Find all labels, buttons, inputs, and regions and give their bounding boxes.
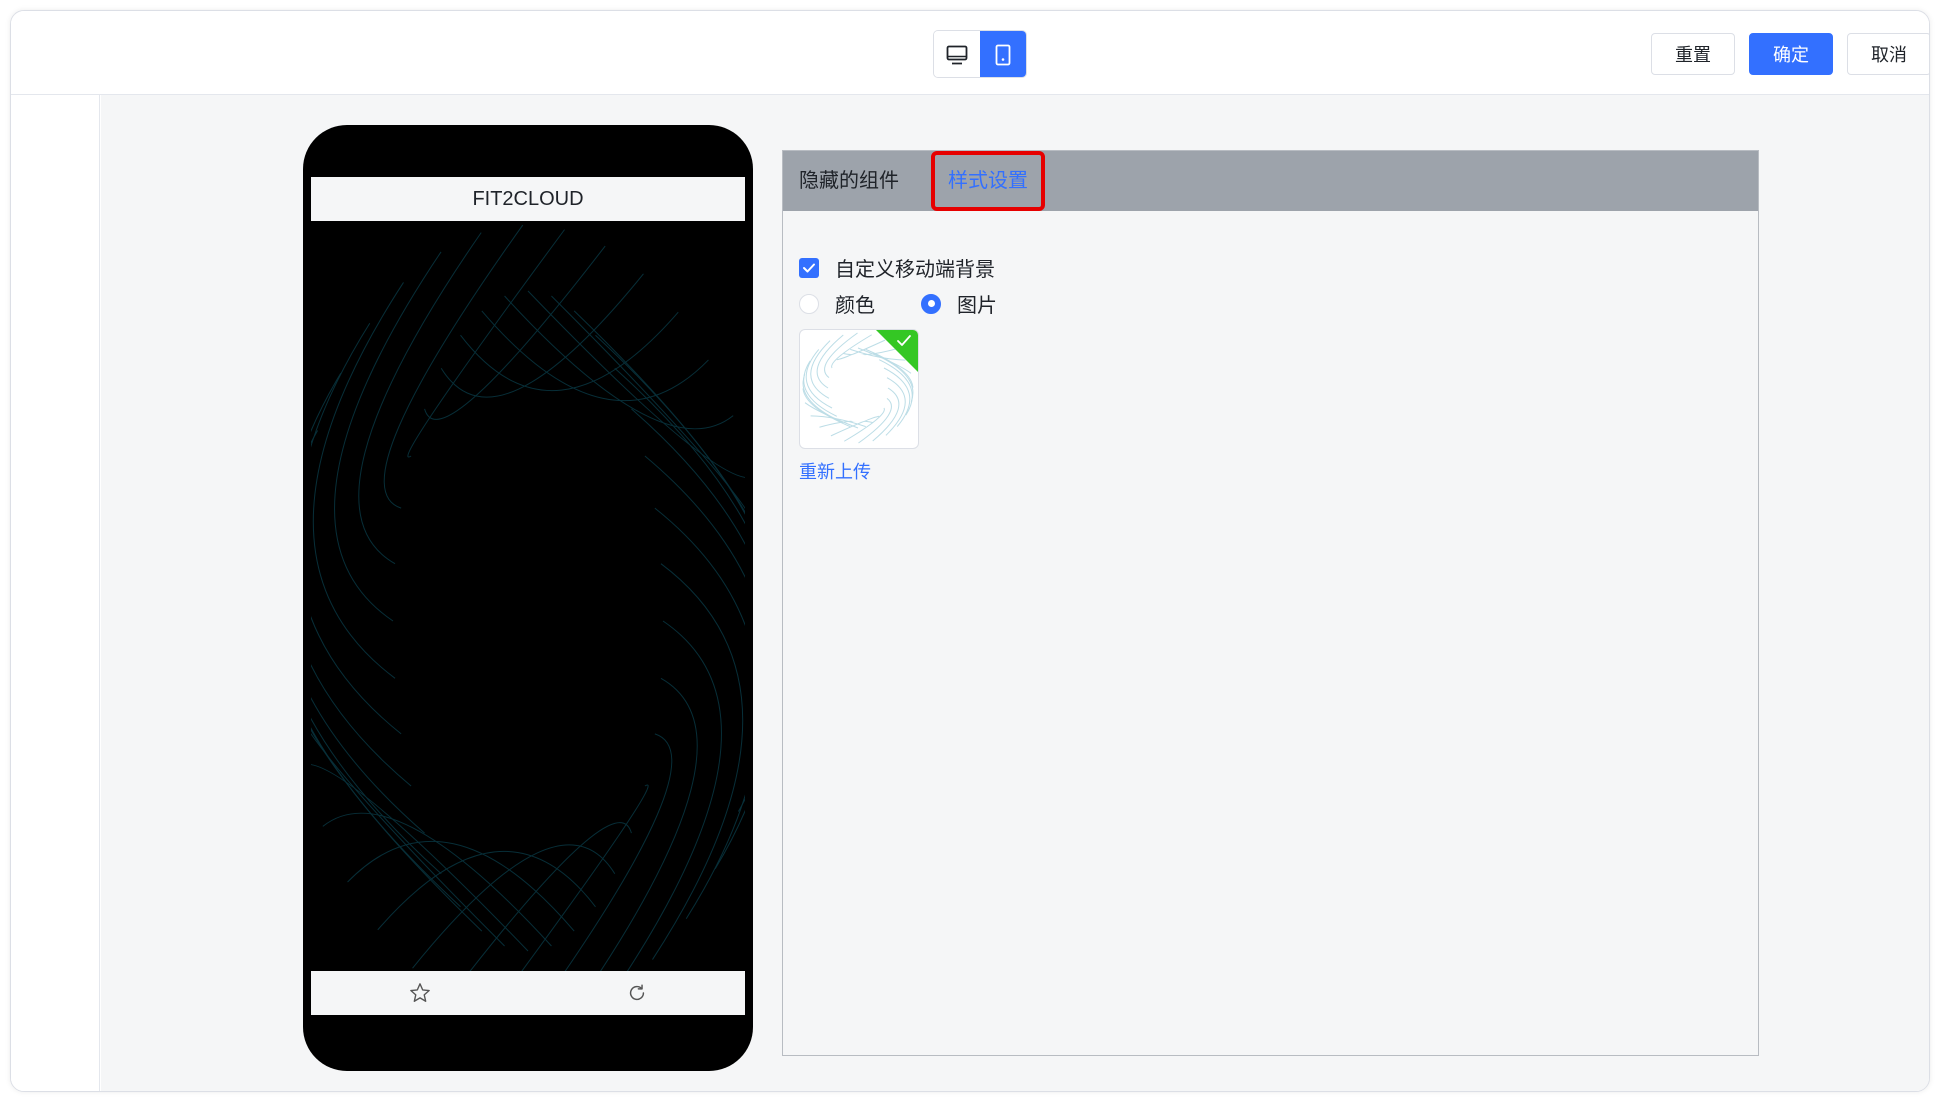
- preview-background-image: [311, 221, 745, 971]
- desktop-icon: [946, 45, 968, 65]
- wave-line: [810, 340, 831, 399]
- wave-line: [311, 430, 425, 834]
- radio-image-label: 图片: [957, 295, 997, 317]
- wave-background-graphic: [311, 224, 745, 971]
- wave-line: [631, 408, 745, 812]
- custom-bg-label: 自定义移动端背景: [835, 259, 995, 281]
- check-icon: [897, 335, 911, 346]
- settings-panel: 隐藏的组件 样式设置 自定义移动端背景 颜色 图片 重新上传: [782, 150, 1759, 1056]
- star-icon[interactable]: [408, 981, 432, 1005]
- custom-bg-option[interactable]: 自定义移动端背景: [799, 253, 995, 282]
- preview-footer: [311, 971, 745, 1015]
- reupload-link[interactable]: 重新上传: [799, 458, 871, 484]
- radio-color-label: 颜色: [835, 295, 875, 317]
- radio-image[interactable]: [921, 293, 941, 314]
- check-icon: [803, 263, 815, 272]
- bg-type-options: 颜色 图片: [799, 289, 997, 318]
- reset-button[interactable]: 重置: [1651, 33, 1735, 75]
- preview-app-title: FIT2CLOUD: [311, 177, 745, 221]
- left-sidebar: [11, 95, 100, 1091]
- mobile-preview: FIT2CLOUD: [303, 125, 753, 1071]
- bg-type-color-option[interactable]: 颜色: [799, 289, 875, 318]
- confirm-button[interactable]: 确定: [1749, 33, 1833, 75]
- bg-type-image-option[interactable]: 图片: [921, 289, 997, 318]
- wave-line: [614, 367, 745, 525]
- panel-tabs: 隐藏的组件 样式设置: [783, 151, 1758, 211]
- wave-line: [424, 245, 606, 420]
- desktop-view-button[interactable]: [934, 31, 980, 77]
- tab-hidden-components[interactable]: 隐藏的组件: [799, 151, 899, 211]
- top-toolbar: 重置 确定 取消: [11, 11, 1929, 95]
- uploaded-image-thumbnail[interactable]: [799, 329, 919, 449]
- mobile-icon: [995, 44, 1011, 66]
- custom-bg-checkbox[interactable]: [799, 257, 819, 278]
- radio-color[interactable]: [799, 293, 819, 314]
- tab-highlight-box: [931, 151, 1045, 211]
- device-switch: [933, 30, 1027, 78]
- wave-line: [885, 377, 906, 436]
- refresh-icon[interactable]: [625, 981, 649, 1005]
- wave-line: [311, 717, 442, 875]
- app-window: 重置 确定 取消 FIT2CLOUD 隐藏的组件 样式设置 自定义移动端背景 颜…: [10, 10, 1930, 1092]
- cancel-button[interactable]: 取消: [1847, 33, 1929, 75]
- wave-line: [626, 620, 722, 971]
- mobile-view-button[interactable]: [980, 31, 1026, 77]
